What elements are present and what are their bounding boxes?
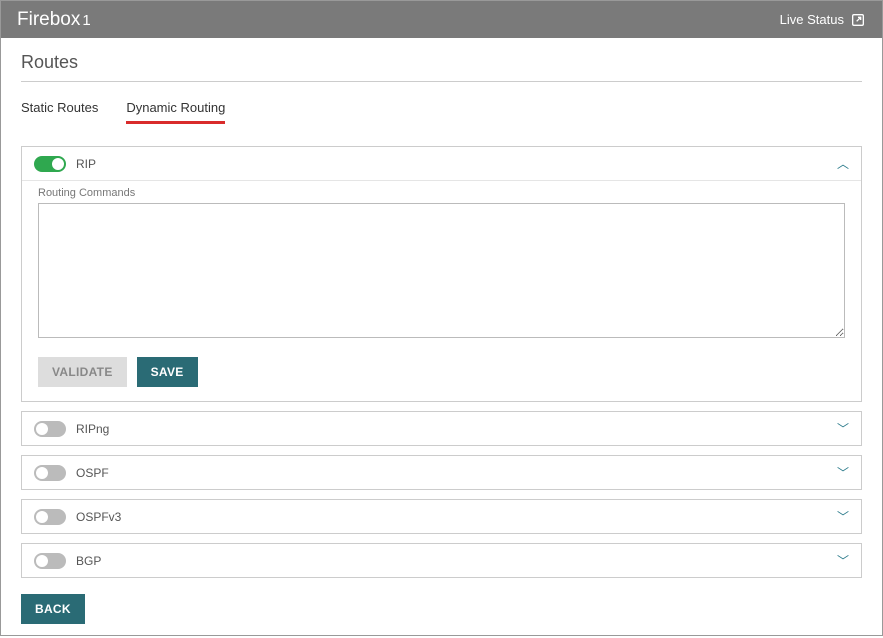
live-status-link[interactable]: Live Status (780, 12, 866, 28)
panel-rip: RIP ︿ Routing Commands Validate Save (21, 146, 862, 402)
panel-ospfv3: OSPFv3 ﹀ (21, 499, 862, 534)
panel-header-left-ripng: RIPng (34, 421, 109, 437)
app-title: Firebox1 (17, 9, 91, 31)
routing-commands-label: Routing Commands (38, 187, 845, 199)
toggle-knob (36, 511, 48, 523)
toggle-bgp[interactable] (34, 553, 66, 569)
save-button[interactable]: Save (137, 357, 198, 387)
protocol-label-ripng: RIPng (76, 422, 109, 436)
app-header: Firebox1 Live Status (1, 1, 882, 38)
content-area: Routes Static Routes Dynamic Routing RIP… (1, 38, 882, 638)
external-link-icon (850, 12, 866, 28)
routing-commands-input[interactable] (38, 203, 845, 338)
button-row: Validate Save (38, 357, 845, 387)
title-main: Firebox (17, 9, 80, 30)
toggle-rip[interactable] (34, 156, 66, 172)
panel-header-left-rip: RIP (34, 156, 96, 172)
toggle-knob (36, 555, 48, 567)
tabs-row: Static Routes Dynamic Routing (21, 100, 862, 124)
panel-ripng: RIPng ﹀ (21, 411, 862, 446)
title-suffix: 1 (82, 12, 90, 29)
toggle-knob (36, 423, 48, 435)
chevron-down-icon: ﹀ (837, 420, 849, 437)
panel-header-bgp[interactable]: BGP ﹀ (22, 544, 861, 577)
toggle-ripng[interactable] (34, 421, 66, 437)
chevron-down-icon: ﹀ (837, 508, 849, 525)
panel-body-rip: Routing Commands Validate Save (22, 180, 861, 401)
panel-header-ripng[interactable]: RIPng ﹀ (22, 412, 861, 445)
validate-button[interactable]: Validate (38, 357, 127, 387)
panel-header-left-ospfv3: OSPFv3 (34, 509, 121, 525)
tab-dynamic-routing[interactable]: Dynamic Routing (126, 100, 225, 124)
panel-header-ospf[interactable]: OSPF ﹀ (22, 456, 861, 489)
protocol-label-ospfv3: OSPFv3 (76, 510, 121, 524)
page-title: Routes (21, 52, 862, 82)
protocol-label-ospf: OSPF (76, 466, 109, 480)
toggle-knob (52, 158, 64, 170)
live-status-label: Live Status (780, 12, 844, 27)
panel-header-ospfv3[interactable]: OSPFv3 ﹀ (22, 500, 861, 533)
protocol-label-rip: RIP (76, 157, 96, 171)
tab-static-routes[interactable]: Static Routes (21, 100, 98, 124)
chevron-down-icon: ﹀ (837, 552, 849, 569)
panel-bgp: BGP ﹀ (21, 543, 862, 578)
panel-header-left-bgp: BGP (34, 553, 101, 569)
back-row: Back (21, 594, 862, 624)
chevron-down-icon: ﹀ (837, 464, 849, 481)
toggle-ospf[interactable] (34, 465, 66, 481)
toggle-knob (36, 467, 48, 479)
toggle-ospfv3[interactable] (34, 509, 66, 525)
panel-ospf: OSPF ﹀ (21, 455, 862, 490)
chevron-up-icon: ︿ (837, 155, 849, 172)
back-button[interactable]: Back (21, 594, 85, 624)
panel-header-left-ospf: OSPF (34, 465, 109, 481)
panel-header-rip[interactable]: RIP ︿ (22, 147, 861, 180)
protocol-label-bgp: BGP (76, 554, 101, 568)
